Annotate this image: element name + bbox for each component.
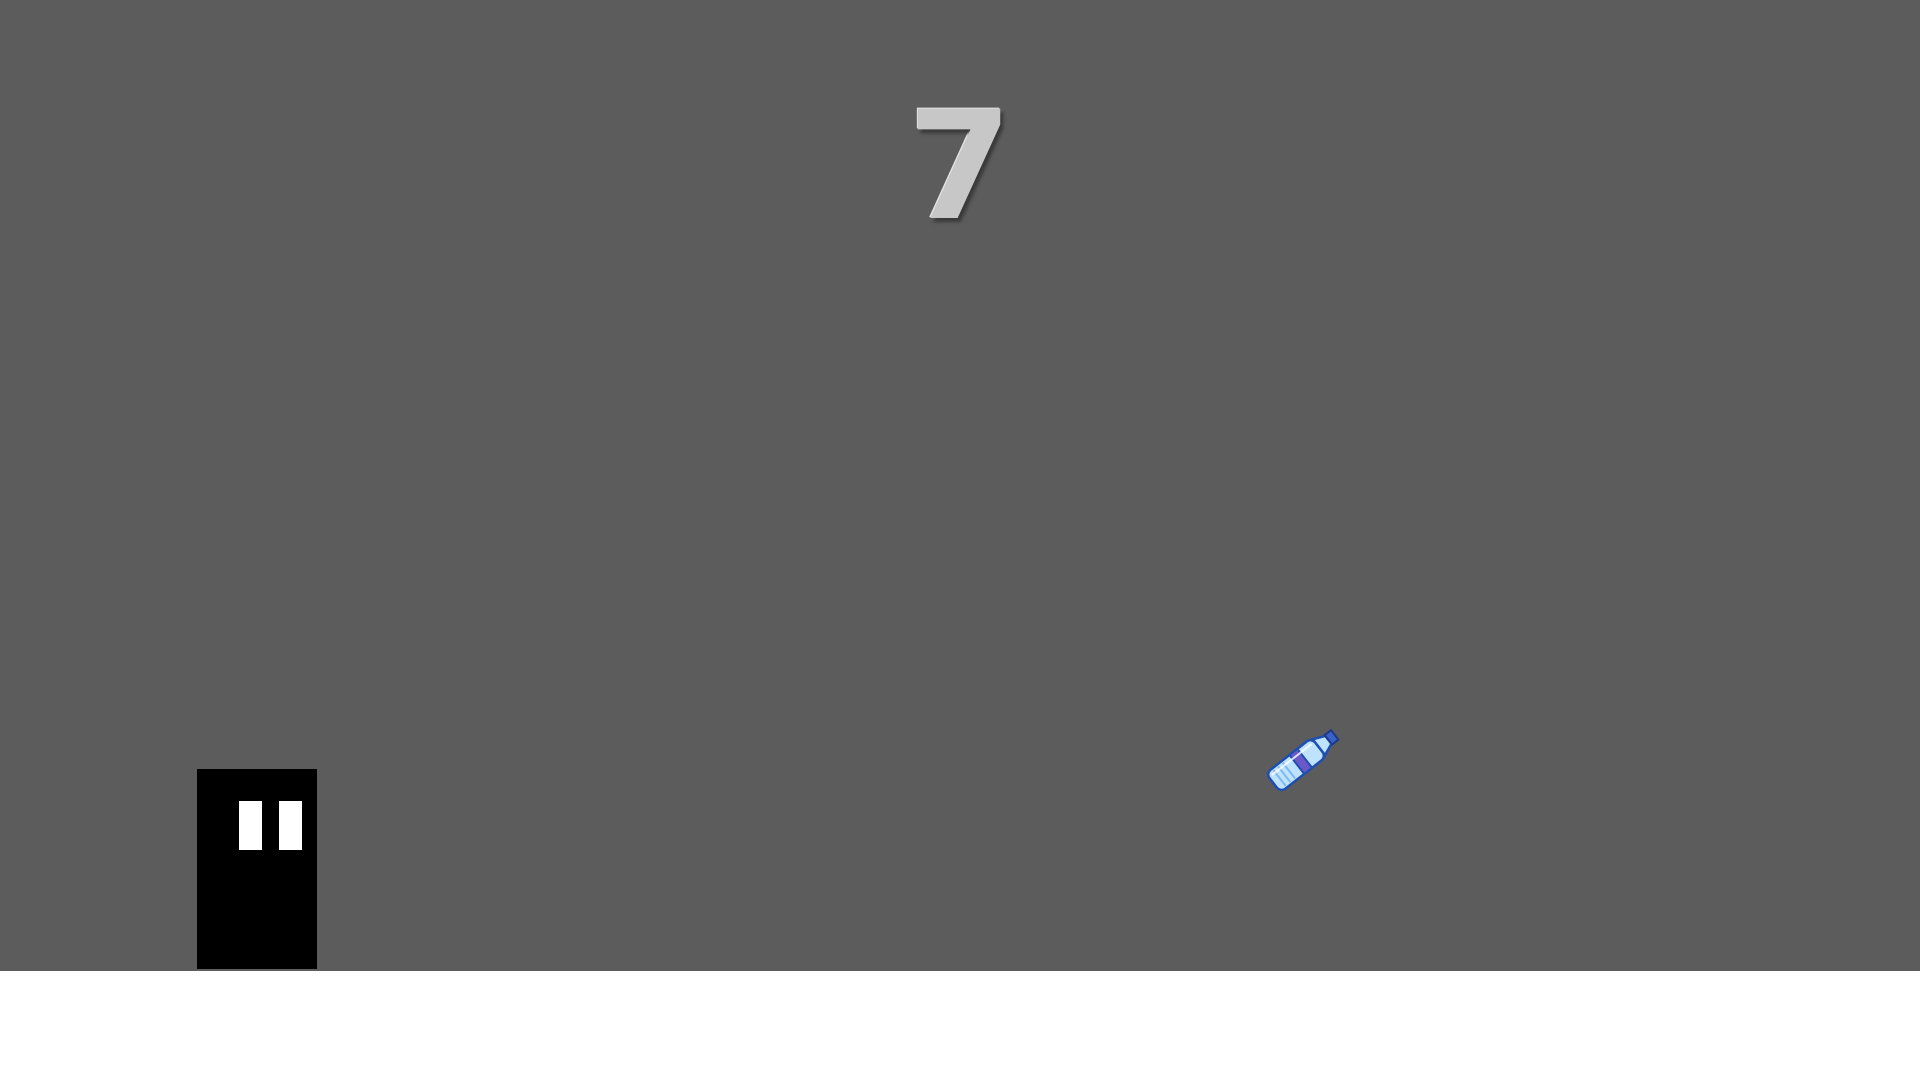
pause-button[interactable] [233,795,307,857]
pause-icon-bar-left [239,801,262,850]
game-canvas[interactable]: 7 [0,0,1920,971]
water-bottle-icon [1250,712,1350,812]
water-bottle-sprite [1266,728,1340,792]
floor [0,971,1920,1080]
score-counter: 7 [907,80,1013,254]
pause-icon-bar-right [279,801,302,850]
